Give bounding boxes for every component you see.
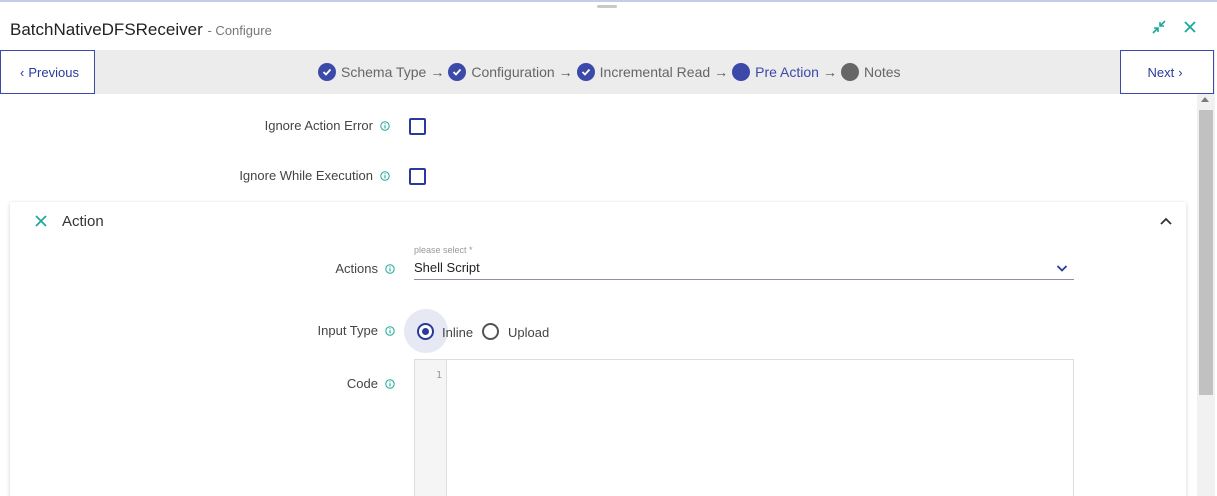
code-gutter: 1 <box>415 360 447 496</box>
dialog-header: BatchNativeDFSReceiver - Configure <box>0 8 1217 50</box>
info-icon[interactable] <box>385 378 395 389</box>
check-circle-icon <box>448 63 467 81</box>
step-label: Pre Action <box>755 64 819 80</box>
inline-radio[interactable] <box>417 323 434 340</box>
step-arrow: → <box>822 64 837 80</box>
ignore-action-error-label: Ignore Action Error <box>264 118 373 133</box>
check-circle-icon <box>318 63 336 81</box>
ignore-action-error-checkbox[interactable] <box>409 118 426 135</box>
scroll-up-arrow-icon[interactable] <box>1201 97 1209 102</box>
pending-step-dot-icon <box>840 63 859 81</box>
actions-row: Actions <box>250 261 395 276</box>
ignore-while-execution-row: Ignore While Execution <box>230 168 390 183</box>
code-editor[interactable]: 1 <box>414 359 1074 496</box>
chevron-down-icon <box>1056 265 1068 272</box>
step-incremental-read[interactable]: Incremental Read <box>576 63 711 81</box>
remove-action-icon[interactable] <box>34 214 48 228</box>
dialog-subtitle: - Configure <box>207 23 272 38</box>
actions-select-hint: please select * <box>414 245 473 255</box>
actions-label: Actions <box>335 261 378 276</box>
check-circle-icon <box>576 63 595 81</box>
chevron-up-icon[interactable] <box>1159 214 1173 228</box>
previous-label: Previous <box>28 64 79 80</box>
step-label: Configuration <box>471 64 555 80</box>
info-icon[interactable] <box>385 325 395 336</box>
upload-radio-label[interactable]: Upload <box>508 325 549 340</box>
previous-button[interactable]: ‹ Previous <box>0 50 95 94</box>
step-pre-action[interactable]: Pre Action <box>732 63 819 81</box>
step-notes[interactable]: Notes <box>840 63 901 81</box>
wizard-stepper: ‹ Previous Schema Type → Configuration → … <box>0 50 1215 94</box>
step-configuration[interactable]: Configuration <box>448 63 555 81</box>
step-arrow: → <box>430 64 445 80</box>
ignore-action-error-row: Ignore Action Error <box>250 118 390 133</box>
next-label: Next <box>1147 64 1175 80</box>
chevron-right-icon: › <box>1178 64 1183 80</box>
actions-select[interactable]: Shell Script <box>414 258 1074 280</box>
info-icon[interactable] <box>380 120 390 131</box>
step-label: Incremental Read <box>599 64 711 80</box>
action-panel-title: Action <box>62 213 104 230</box>
input-type-label: Input Type <box>317 323 378 338</box>
dialog-title: BatchNativeDFSReceiver - Configure <box>10 20 272 40</box>
step-list: Schema Type → Configuration → Incrementa… <box>318 62 901 82</box>
upload-radio[interactable] <box>482 323 499 340</box>
chevron-left-icon: ‹ <box>20 64 25 80</box>
action-panel: Action Actions please select * Shell Scr… <box>10 202 1186 496</box>
code-label: Code <box>346 376 378 391</box>
step-arrow: → <box>714 64 729 80</box>
vertical-scrollbar[interactable] <box>1197 94 1215 496</box>
inline-radio-label[interactable]: Inline <box>442 325 473 340</box>
next-button[interactable]: Next › <box>1120 50 1214 94</box>
step-arrow: → <box>558 64 573 80</box>
active-step-dot-icon <box>732 63 751 81</box>
close-icon[interactable] <box>1181 18 1199 36</box>
dialog-title-text: BatchNativeDFSReceiver <box>10 20 203 39</box>
ignore-while-execution-label: Ignore While Execution <box>239 168 373 183</box>
step-schema-type[interactable]: Schema Type <box>318 63 426 81</box>
actions-select-value: Shell Script <box>414 260 480 275</box>
step-label: Schema Type <box>341 64 427 80</box>
ignore-while-execution-checkbox[interactable] <box>409 168 426 185</box>
step-label: Notes <box>863 64 901 80</box>
window-top-border <box>0 0 1217 2</box>
info-icon[interactable] <box>380 170 390 181</box>
code-row: Code <box>250 376 395 391</box>
line-number: 1 <box>435 370 442 381</box>
info-icon[interactable] <box>385 263 395 274</box>
scrollbar-thumb[interactable] <box>1199 110 1213 395</box>
minimize-icon[interactable] <box>1150 18 1168 36</box>
input-type-row: Input Type <box>250 323 395 338</box>
